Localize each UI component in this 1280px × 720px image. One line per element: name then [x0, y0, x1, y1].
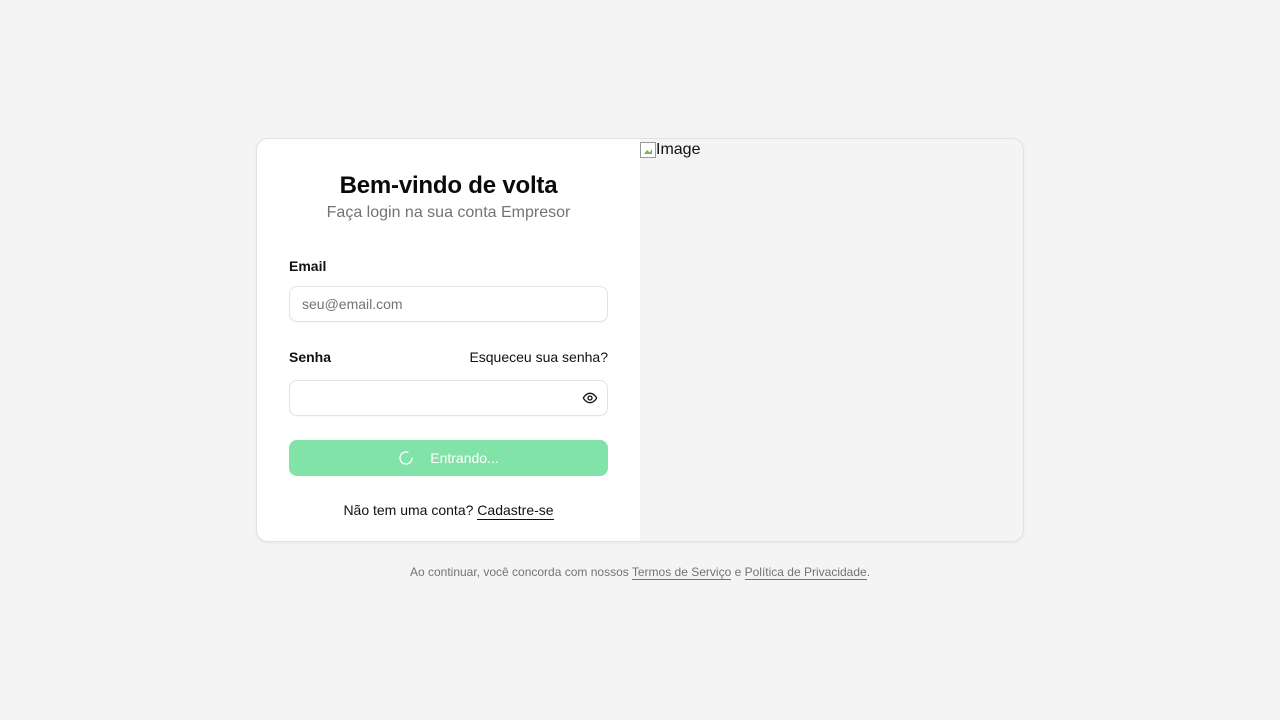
image-panel: Image [640, 139, 1023, 541]
page-title: Bem-vindo de volta [339, 172, 558, 199]
login-card: Bem-vindo de volta Faça login na sua con… [256, 138, 1024, 542]
image-alt-text: Image [656, 141, 701, 158]
privacy-link[interactable]: Política de Privacidade [744, 565, 867, 580]
footer-period: . [866, 565, 871, 579]
footer-conjunction: e [734, 565, 742, 579]
email-label-row: Email [289, 257, 608, 275]
password-label-row: Senha Esqueceu sua senha? [289, 348, 608, 366]
password-field[interactable] [289, 380, 608, 416]
submit-button-label: Entrando... [430, 450, 499, 466]
password-group: Senha Esqueceu sua senha? [289, 348, 608, 416]
password-label: Senha [289, 349, 332, 365]
signup-prompt: Não tem uma conta? [343, 502, 474, 518]
email-label: Email [289, 258, 327, 274]
eye-icon[interactable] [582, 390, 598, 406]
submit-button[interactable]: Entrando... [289, 440, 608, 476]
forgot-password-link[interactable]: Esqueceu sua senha? [469, 348, 608, 366]
page-subtitle: Faça login na sua conta Empresor [326, 204, 571, 221]
signup-link[interactable]: Cadastre-se [477, 502, 554, 520]
signup-row: Não tem uma conta? Cadastre-se [289, 502, 608, 520]
email-group: Email [289, 257, 608, 322]
footer-text: Ao continuar, você concorda com nossos [409, 565, 629, 579]
spinner-icon [398, 450, 414, 466]
login-form: Bem-vindo de volta Faça login na sua con… [257, 139, 640, 541]
hero-image: Image [640, 139, 700, 161]
terms-link[interactable]: Termos de Serviço [631, 565, 732, 580]
password-input-wrap [289, 380, 608, 416]
email-field[interactable] [289, 286, 608, 322]
legal-footer: Ao continuar, você concorda com nossos T… [0, 565, 1280, 580]
broken-image-icon [640, 142, 656, 158]
